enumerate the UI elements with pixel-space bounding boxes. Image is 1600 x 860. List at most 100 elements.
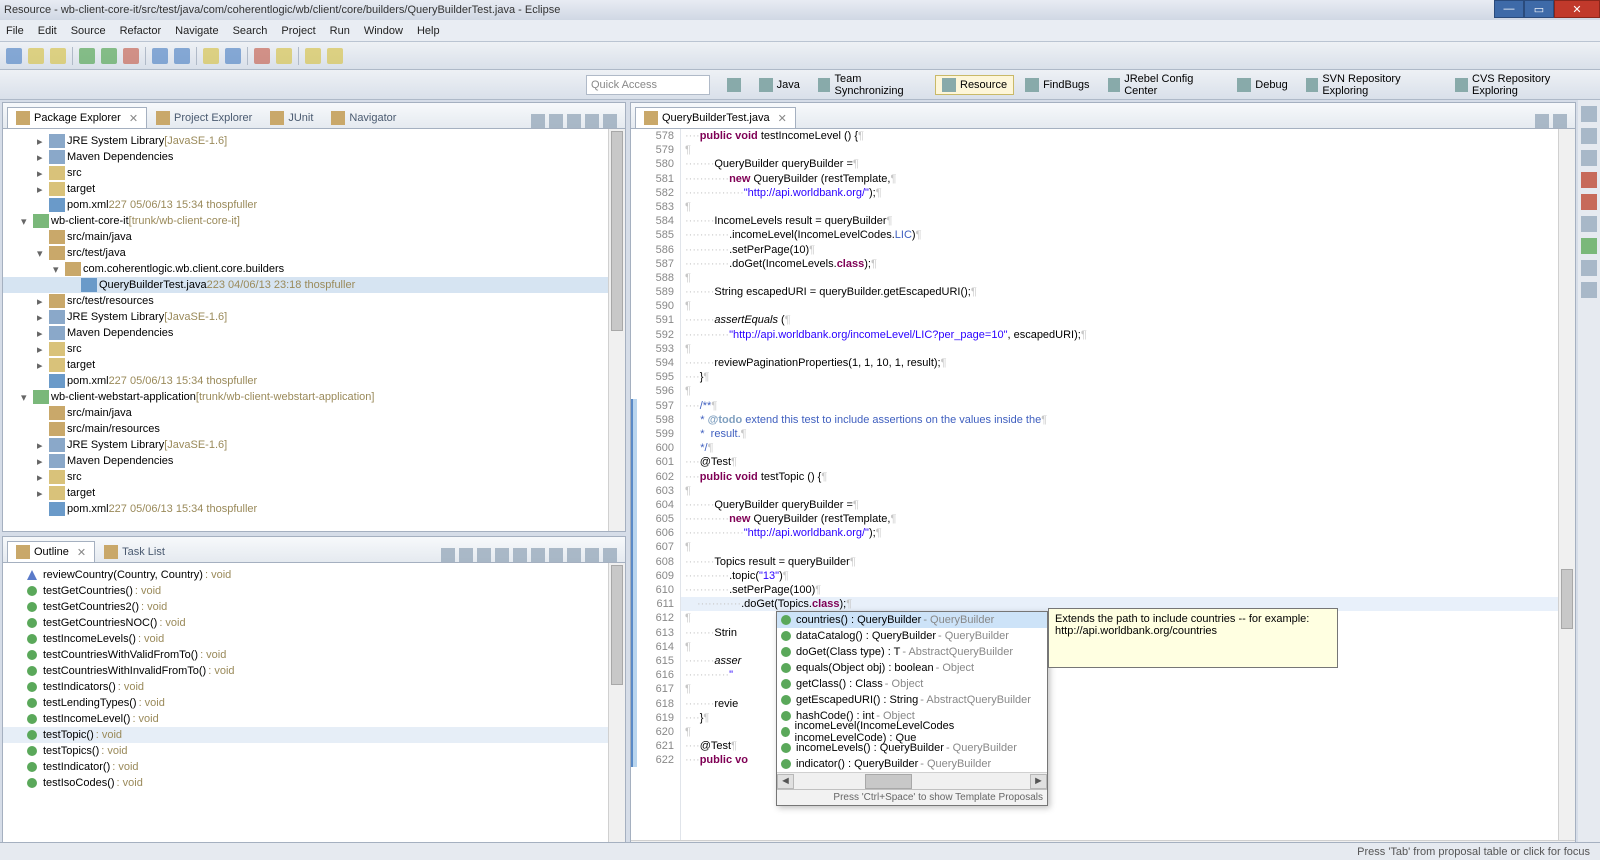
proposal-item[interactable]: equals(Object obj) : boolean - Object	[777, 660, 1047, 676]
perspective-cvs-repository-exploring[interactable]: CVS Repository Exploring	[1448, 70, 1594, 100]
scrollbar-vertical[interactable]	[608, 129, 625, 531]
tab-outline[interactable]: Outline✕	[7, 541, 95, 562]
tab-task-list[interactable]: Task List	[95, 541, 174, 562]
open-type-icon[interactable]	[203, 48, 219, 64]
menu-refactor[interactable]: Refactor	[120, 25, 162, 37]
tab-project-explorer[interactable]: Project Explorer	[147, 107, 261, 128]
proposal-item[interactable]: indicator() : QueryBuilder - QueryBuilde…	[777, 756, 1047, 772]
package-explorer-tree[interactable]: ▸JRE System Library [JavaSE-1.6]▸Maven D…	[3, 129, 625, 531]
hide-fields-icon[interactable]	[459, 548, 473, 562]
tab-navigator[interactable]: Navigator	[322, 107, 405, 128]
sync-icon[interactable]	[1581, 260, 1597, 276]
outline-item[interactable]: testLendingTypes() : void	[3, 695, 625, 711]
sort-icon[interactable]	[441, 548, 455, 562]
new-icon[interactable]	[6, 48, 22, 64]
menu-run[interactable]: Run	[330, 25, 350, 37]
maximize-editor-icon[interactable]	[1553, 114, 1567, 128]
run-icon[interactable]	[101, 48, 117, 64]
tree-item[interactable]: pom.xml 227 05/06/13 15:34 thospfuller	[3, 501, 625, 517]
collapse-all-icon[interactable]	[531, 114, 545, 128]
outline-item[interactable]: testGetCountries() : void	[3, 583, 625, 599]
tree-item[interactable]: ▸target	[3, 357, 625, 373]
tree-item[interactable]: ▸Maven Dependencies	[3, 325, 625, 341]
outline-item[interactable]: testTopics() : void	[3, 743, 625, 759]
save-icon[interactable]	[28, 48, 44, 64]
perspective-resource[interactable]: Resource	[935, 75, 1014, 95]
tree-item[interactable]: ▸src	[3, 341, 625, 357]
maximize-button[interactable]: ▭	[1524, 0, 1554, 18]
tree-item[interactable]: QueryBuilderTest.java 223 04/06/13 23:18…	[3, 277, 625, 293]
close-icon[interactable]: ✕	[129, 112, 138, 125]
tree-item[interactable]: ▸src	[3, 469, 625, 485]
outline-item[interactable]: testGetCountriesNOC() : void	[3, 615, 625, 631]
back-icon[interactable]	[305, 48, 321, 64]
proposal-item[interactable]: getEscapedURI() : String - AbstractQuery…	[777, 692, 1047, 708]
tree-item[interactable]: pom.xml 227 05/06/13 15:34 thospfuller	[3, 373, 625, 389]
perspective-team-synchronizing[interactable]: Team Synchronizing	[811, 70, 931, 100]
outline-item[interactable]: testGetCountries2() : void	[3, 599, 625, 615]
outline-item[interactable]: testTopic() : void	[3, 727, 625, 743]
link-editor-icon[interactable]	[549, 114, 563, 128]
tree-item[interactable]: ▾src/test/java	[3, 245, 625, 261]
proposal-item[interactable]: getClass() : Class - Object	[777, 676, 1047, 692]
proposal-item[interactable]: incomeLevels() : QueryBuilder - QueryBui…	[777, 740, 1047, 756]
scrollbar-vertical[interactable]	[1558, 129, 1575, 840]
minimize-view-icon[interactable]	[585, 114, 599, 128]
menu-project[interactable]: Project	[281, 25, 315, 37]
perspective-findbugs[interactable]: FindBugs	[1018, 75, 1096, 95]
bookmark-icon[interactable]	[1581, 150, 1597, 166]
perspective-jrebel-config-center[interactable]: JRebel Config Center	[1101, 70, 1227, 100]
outline-item[interactable]: testIncomeLevels() : void	[3, 631, 625, 647]
tree-item[interactable]: src/main/java	[3, 405, 625, 421]
scrollbar-vertical[interactable]	[608, 563, 625, 857]
tree-item[interactable]: ▸JRE System Library [JavaSE-1.6]	[3, 309, 625, 325]
hide-local-icon[interactable]	[513, 548, 527, 562]
menu-search[interactable]: Search	[233, 25, 268, 37]
tree-item[interactable]: ▸src/test/resources	[3, 293, 625, 309]
editor-tab[interactable]: QueryBuilderTest.java ✕	[635, 107, 796, 128]
scrollbar-horizontal[interactable]: ◄►	[777, 772, 1047, 789]
menu-navigate[interactable]: Navigate	[175, 25, 218, 37]
tab-package-explorer[interactable]: Package Explorer✕	[7, 107, 147, 128]
tree-item[interactable]: ▸Maven Dependencies	[3, 453, 625, 469]
proposal-item[interactable]: incomeLevel(IncomeLevelCodes incomeLevel…	[777, 724, 1047, 740]
help-icon[interactable]	[1581, 216, 1597, 232]
open-perspective-button[interactable]	[720, 75, 748, 95]
tree-item[interactable]: ▾wb-client-webstart-application [trunk/w…	[3, 389, 625, 405]
error-next-icon[interactable]	[1581, 194, 1597, 210]
new-class-icon[interactable]	[174, 48, 190, 64]
tree-item[interactable]: ▸Maven Dependencies	[3, 149, 625, 165]
tree-item[interactable]: ▾wb-client-core-it [trunk/wb-client-core…	[3, 213, 625, 229]
coverage-icon[interactable]	[1581, 238, 1597, 254]
debug-icon[interactable]	[79, 48, 95, 64]
history-icon[interactable]	[1581, 282, 1597, 298]
quick-access-input[interactable]: Quick Access	[586, 75, 710, 95]
proposal-item[interactable]: doGet(Class type) : T - AbstractQueryBui…	[777, 644, 1047, 660]
close-icon[interactable]: ✕	[77, 546, 86, 559]
annotations-icon[interactable]	[276, 48, 292, 64]
tree-item[interactable]: ▸target	[3, 485, 625, 501]
toggle-mark-icon[interactable]	[254, 48, 270, 64]
view-menu-icon[interactable]	[567, 548, 581, 562]
new-package-icon[interactable]	[152, 48, 168, 64]
tree-item[interactable]: ▸JRE System Library [JavaSE-1.6]	[3, 437, 625, 453]
hide-static-icon[interactable]	[477, 548, 491, 562]
proposal-item[interactable]: countries() : QueryBuilder - QueryBuilde…	[777, 612, 1047, 628]
close-button[interactable]: ✕	[1554, 0, 1600, 18]
minimize-button[interactable]: —	[1494, 0, 1524, 18]
tree-item[interactable]: src/main/resources	[3, 421, 625, 437]
error-icon[interactable]	[1581, 172, 1597, 188]
proposal-item[interactable]: dataCatalog() : QueryBuilder - QueryBuil…	[777, 628, 1047, 644]
editor-body[interactable]: 5785795805815825835845855865875885895905…	[631, 129, 1575, 840]
save-all-icon[interactable]	[50, 48, 66, 64]
tree-item[interactable]: ▾com.coherentlogic.wb.client.core.builde…	[3, 261, 625, 277]
menu-edit[interactable]: Edit	[38, 25, 57, 37]
focus-icon[interactable]	[531, 548, 545, 562]
run-last-icon[interactable]	[123, 48, 139, 64]
tasks-icon[interactable]	[1581, 128, 1597, 144]
view-menu-icon[interactable]	[567, 114, 581, 128]
content-assist-popup[interactable]: countries() : QueryBuilder - QueryBuilde…	[776, 611, 1048, 806]
outline-item[interactable]: reviewCountry(Country, Country) : void	[3, 567, 625, 583]
maximize-view-icon[interactable]	[603, 114, 617, 128]
tree-item[interactable]: pom.xml 227 05/06/13 15:34 thospfuller	[3, 197, 625, 213]
